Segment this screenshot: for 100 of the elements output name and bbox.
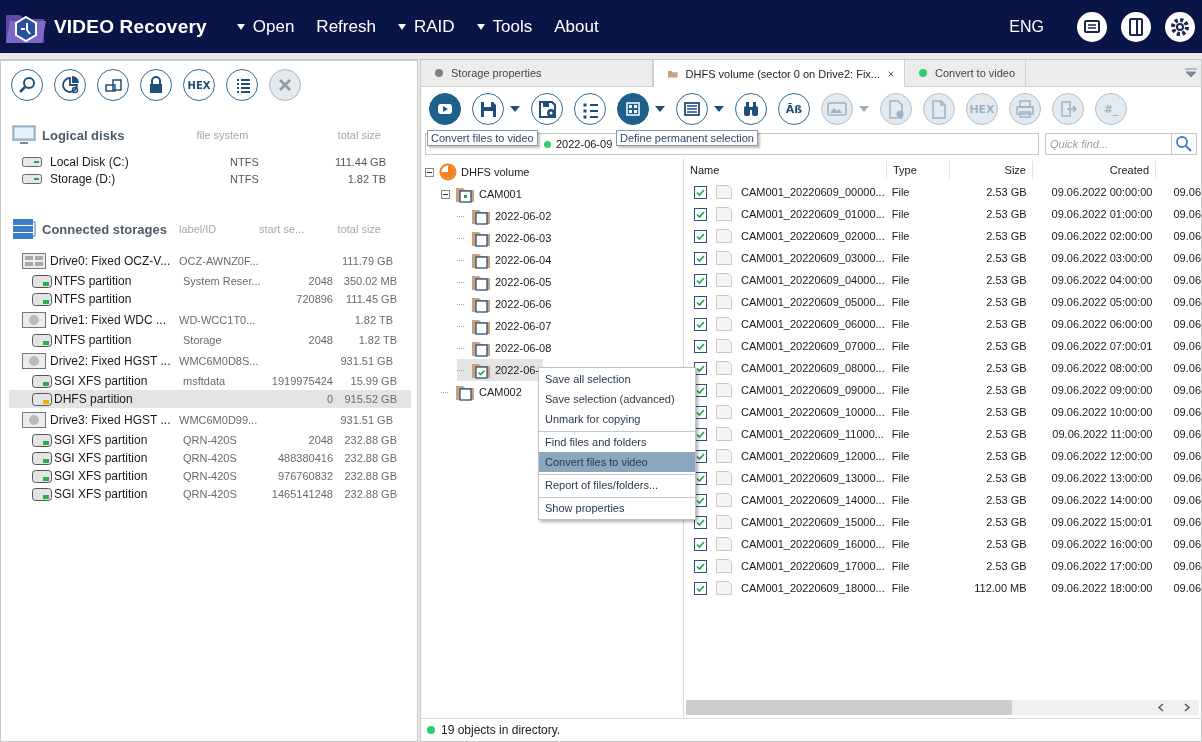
- lock-button[interactable]: [140, 69, 172, 101]
- checkbox[interactable]: [694, 537, 707, 551]
- file-name[interactable]: CAM001_20220609_12000...: [741, 450, 885, 462]
- tree-item[interactable]: CAM001: [441, 183, 526, 205]
- checkbox[interactable]: [475, 344, 488, 357]
- checkbox[interactable]: [475, 278, 488, 291]
- menu-item[interactable]: Tools: [476, 16, 533, 37]
- file-name[interactable]: CAM001_20220609_03000...: [741, 252, 885, 264]
- checkbox[interactable]: [694, 295, 707, 309]
- file-name[interactable]: CAM001_20220609_09000...: [741, 384, 885, 396]
- checkbox[interactable]: [475, 300, 488, 313]
- checkbox[interactable]: [694, 559, 707, 573]
- checkbox[interactable]: [475, 322, 488, 335]
- column-header[interactable]: Type: [887, 161, 950, 179]
- menu-item[interactable]: Save selection (advanced): [539, 389, 695, 409]
- partition-name[interactable]: SGI XFS partition: [54, 487, 183, 501]
- search-button[interactable]: [11, 69, 43, 101]
- tree-item[interactable]: 2022-06-03: [457, 227, 556, 249]
- menu-item[interactable]: RAID: [397, 16, 455, 37]
- column-header[interactable]: Name: [684, 161, 887, 179]
- checkbox[interactable]: [694, 515, 707, 529]
- news-icon[interactable]: [1076, 10, 1108, 43]
- file-name[interactable]: CAM001_20220609_15000...: [741, 516, 885, 528]
- checkbox[interactable]: [475, 212, 488, 225]
- collapse-icon[interactable]: [425, 167, 434, 177]
- file-name[interactable]: CAM001_20220609_07000...: [741, 340, 885, 352]
- collapse-icon[interactable]: [441, 189, 450, 199]
- settings-icon[interactable]: [1164, 10, 1196, 43]
- checkbox[interactable]: [694, 339, 707, 353]
- column-header[interactable]: Created: [1033, 161, 1156, 179]
- tree-item[interactable]: 2022-06-04: [457, 249, 556, 271]
- tree-item[interactable]: 2022-06-05: [457, 271, 556, 293]
- partition-row[interactable]: NTFS partition System Reser... 2048 350.02 MB: [1, 272, 411, 290]
- file-name[interactable]: CAM001_20220609_10000...: [741, 406, 885, 418]
- file-name[interactable]: CAM001_20220609_04000...: [741, 274, 885, 286]
- checkbox[interactable]: [459, 388, 472, 401]
- list-button[interactable]: [226, 69, 258, 101]
- file-name[interactable]: CAM001_20220609_17000...: [741, 560, 885, 572]
- list-panel-button[interactable]: [676, 93, 724, 125]
- drives-button[interactable]: [97, 69, 129, 101]
- binoculars-button[interactable]: [735, 93, 767, 125]
- partition-row[interactable]: DHFS partition 0 915.52 GB: [9, 390, 411, 408]
- checkbox[interactable]: [694, 317, 707, 331]
- save-button[interactable]: [472, 93, 520, 125]
- partition-row[interactable]: SGI XFS partition QRN-420S 488380416 232.88 GB: [1, 449, 411, 467]
- partition-name[interactable]: DHFS partition: [54, 392, 183, 406]
- file-name[interactable]: CAM001_20220609_18000...: [741, 582, 885, 594]
- partition-name[interactable]: SGI XFS partition: [54, 433, 183, 447]
- file-name[interactable]: CAM001_20220609_00000...: [741, 186, 885, 198]
- tree-item[interactable]: 2022-06-06: [457, 293, 556, 315]
- pie-chart-button[interactable]: [54, 69, 86, 101]
- partition-name[interactable]: SGI XFS partition: [54, 451, 183, 465]
- partition-row[interactable]: SGI XFS partition QRN-420S 976760832 232.88 GB: [1, 467, 411, 485]
- horizontal-scrollbar[interactable]: [686, 700, 1199, 715]
- tree-item[interactable]: 2022-06-02: [457, 205, 556, 227]
- checkbox[interactable]: [475, 366, 488, 379]
- menu-item[interactable]: Open: [236, 16, 295, 37]
- file-name[interactable]: CAM001_20220609_06000...: [741, 318, 885, 330]
- hex-button[interactable]: HEX: [183, 69, 215, 101]
- file-name[interactable]: CAM001_20220609_11000...: [741, 428, 884, 440]
- checkbox[interactable]: [694, 229, 707, 243]
- grid-button[interactable]: [617, 93, 665, 125]
- quick-find-field[interactable]: Quick find...: [1045, 133, 1197, 155]
- partition-name[interactable]: NTFS partition: [54, 274, 183, 288]
- file-name[interactable]: CAM001_20220609_08000...: [741, 362, 885, 374]
- video-button[interactable]: [429, 93, 461, 125]
- checkbox[interactable]: [475, 256, 488, 269]
- partition-row[interactable]: NTFS partition Storage 2048 1.82 TB: [1, 331, 411, 349]
- disk-name[interactable]: Local Disk (C:): [50, 154, 230, 169]
- tab-list-icon[interactable]: [1185, 68, 1197, 78]
- file-name[interactable]: CAM001_20220609_05000...: [741, 296, 885, 308]
- menu-item[interactable]: Unmark for copying: [539, 409, 695, 429]
- checkbox[interactable]: [694, 251, 707, 265]
- tab[interactable]: Convert to video: [905, 60, 1027, 86]
- menu-item[interactable]: Refresh: [316, 16, 376, 37]
- file-name[interactable]: CAM001_20220609_13000...: [741, 472, 885, 484]
- save-settings-button[interactable]: [531, 93, 563, 125]
- file-name[interactable]: CAM001_20220609_02000...: [741, 230, 885, 242]
- disk-name[interactable]: Storage (D:): [50, 171, 230, 186]
- path-segment[interactable]: 2022-06-09: [556, 138, 613, 150]
- partition-name[interactable]: SGI XFS partition: [54, 374, 183, 388]
- checkbox[interactable]: [475, 234, 488, 247]
- tree-item[interactable]: 2022-06-07: [457, 315, 556, 337]
- partition-row[interactable]: SGI XFS partition QRN-420S 2048 232.88 GB: [1, 431, 411, 449]
- partition-row[interactable]: SGI XFS partition QRN-420S 1465141248 232.88 GB: [1, 485, 411, 503]
- file-name[interactable]: CAM001_20220609_16000...: [741, 538, 885, 550]
- list-button[interactable]: [574, 93, 606, 125]
- checkbox[interactable]: [459, 190, 472, 203]
- tree-item[interactable]: 2022-06-: [457, 359, 544, 381]
- drive-name[interactable]: Drive3: Fixed HGST ...: [50, 412, 179, 427]
- partition-row[interactable]: NTFS partition 720896 111.45 GB: [1, 290, 411, 308]
- checkbox[interactable]: [694, 361, 707, 375]
- file-name[interactable]: CAM001_20220609_14000...: [741, 494, 885, 506]
- partition-name[interactable]: NTFS partition: [54, 333, 183, 347]
- menu-item[interactable]: About: [554, 16, 599, 37]
- tab[interactable]: DHFS volume (sector 0 on Drive2: Fix...: [653, 60, 905, 87]
- tree-item[interactable]: CAM002: [441, 381, 526, 403]
- language-menu[interactable]: ENG: [1009, 17, 1044, 36]
- partition-name[interactable]: SGI XFS partition: [54, 469, 183, 483]
- menu-item[interactable]: Report of files/folders...: [539, 474, 695, 495]
